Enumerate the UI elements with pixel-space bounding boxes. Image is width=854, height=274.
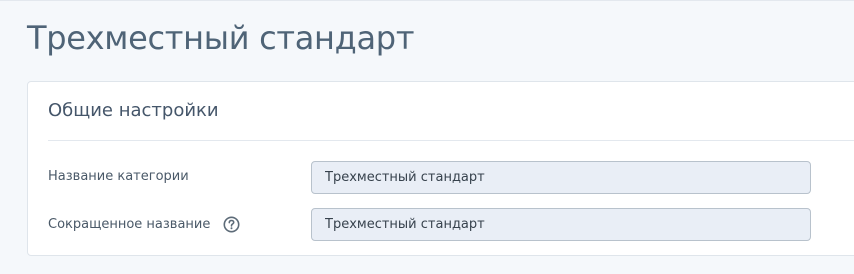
page-title: Трехместный стандарт xyxy=(27,19,415,57)
category-name-input[interactable] xyxy=(311,161,811,194)
category-name-label-text: Название категории xyxy=(48,169,189,184)
question-circle-icon[interactable] xyxy=(223,216,240,233)
panel-divider xyxy=(48,140,854,141)
general-settings-panel: Общие настройки Название категории Сокра… xyxy=(27,81,854,256)
short-name-input[interactable] xyxy=(311,208,811,241)
top-divider xyxy=(0,0,854,1)
short-name-label-text: Сокращенное название xyxy=(48,217,211,232)
short-name-row: Сокращенное название xyxy=(48,208,854,242)
category-name-row: Название категории xyxy=(48,161,854,195)
panel-header: Общие настройки xyxy=(48,100,219,121)
short-name-label: Сокращенное название xyxy=(48,216,240,233)
category-name-label: Название категории xyxy=(48,169,189,184)
